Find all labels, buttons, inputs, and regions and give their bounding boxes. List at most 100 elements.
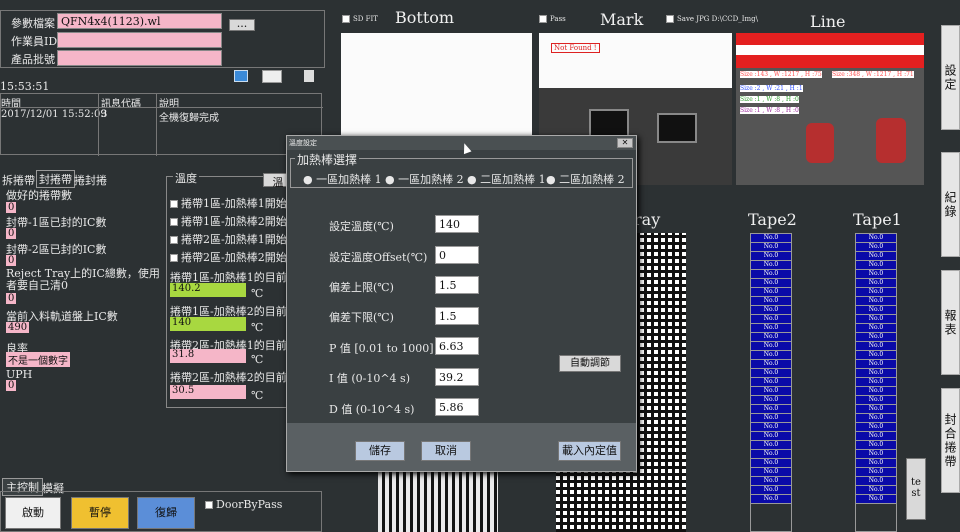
operator-input[interactable] (57, 32, 222, 48)
start-button[interactable]: 啟動 (5, 497, 61, 529)
heater-select-label: 加熱棒選擇 (295, 151, 360, 168)
seal-tape-side-button[interactable]: 封合捲帶 (941, 388, 960, 493)
counter-label-zone2: 封帶-2區已封的IC數 (6, 243, 107, 256)
upper-limit-input[interactable]: 1.5 (435, 276, 479, 294)
tab-seal[interactable]: 封捲帶 (36, 170, 75, 188)
radio-zone1-heater1[interactable]: ● 一區加熱棒 1 (303, 171, 382, 187)
checkbox-checked[interactable] (170, 200, 178, 208)
door-bypass-check[interactable]: DoorByPass (205, 498, 282, 511)
setpoint-label: 設定溫度(℃) (329, 220, 394, 233)
tab-unwind[interactable]: 拆捲帶 (2, 172, 35, 188)
param-file-label: 參數檔案 (11, 17, 55, 30)
tape1-column: No.0 No.0 No.0 No.0 No.0 No.0 No.0 No.0 No.0 No.0… (855, 233, 897, 532)
tab-wind[interactable]: 捲封捲 (74, 172, 107, 188)
heater-check-4[interactable]: 捲帶2區-加熱棒2開始 (170, 249, 287, 265)
radio-zone1-heater2[interactable]: ● 一區加熱棒 2 (385, 171, 464, 187)
reset-button[interactable]: 復歸 (137, 497, 195, 529)
counter-value-yield: 不是一個數字 (6, 352, 70, 367)
tape-cell: No.0 (856, 423, 896, 432)
counter-value-reels: 0 (6, 202, 17, 213)
line-overlay-4: Size :1 , W :8 , H :0 (740, 96, 799, 103)
auto-tune-button[interactable]: 自動調節 (559, 355, 621, 372)
offset-label: 設定溫度Offset(℃) (329, 251, 428, 264)
pause-button[interactable]: 暫停 (71, 497, 129, 529)
heater-check-3[interactable]: 捲帶2區-加熱棒1開始 (170, 231, 287, 247)
line-view-image: Size :143 , W :1217 , H :75 Size :348 , … (736, 33, 924, 185)
sd-fit-check[interactable]: SD FIT (342, 15, 378, 23)
heater-check-label: 捲帶2區-加熱棒2開始 (181, 251, 287, 264)
temperature-group-label: 溫度 (173, 170, 199, 186)
radio-zone2-heater2[interactable]: ● 二區加熱棒 2 (546, 171, 625, 187)
tape-cell: No.0 (856, 342, 896, 351)
heater-check-1[interactable]: 捲帶1區-加熱棒1開始 (170, 195, 287, 211)
p-value-label: P 值 [0.01 to 1000] (329, 342, 434, 355)
tape-cell: No.0 (856, 378, 896, 387)
checkbox[interactable] (170, 254, 178, 262)
column-divider (156, 94, 157, 156)
offset-input[interactable]: 0 (435, 246, 479, 264)
tape-cell: No.0 (856, 441, 896, 450)
records-side-button[interactable]: 紀錄 (941, 152, 960, 257)
load-default-button[interactable]: 載入內定值 (558, 441, 621, 461)
table-row[interactable]: 2017/12/01 15:52:09 (1, 109, 107, 120)
checkbox[interactable] (170, 236, 178, 244)
upper-limit-label: 偏差上限(℃) (329, 281, 394, 294)
counter-value-uph: 0 (6, 380, 17, 391)
save-jpg-check[interactable]: Save JPG D:\CCD_Img\ (666, 15, 758, 23)
param-file-input[interactable]: QFN4x4(1123).wl (57, 13, 222, 29)
checkbox[interactable] (342, 15, 350, 23)
setpoint-input[interactable]: 140 (435, 215, 479, 233)
table-row-code[interactable]: 3 (101, 109, 107, 120)
folder-icon[interactable] (234, 70, 248, 82)
reading-value-2: 140 (170, 317, 246, 331)
tape-cell: No.0 (856, 288, 896, 297)
heater-select-group: 加熱棒選擇 ● 一區加熱棒 1 ● 一區加熱棒 2 ● 二區加熱棒 1 ● 二區… (290, 151, 633, 188)
pass-check[interactable]: Pass (539, 15, 566, 23)
header-panel: 參數檔案 QFN4x4(1123).wl ... 作業員ID 產品批號 (0, 10, 325, 68)
i-value-input[interactable]: 39.2 (435, 368, 479, 386)
tape-cell: No.0 (751, 243, 791, 252)
tape-cell: No.0 (856, 360, 896, 369)
line-overlay-2: Size :348 , W :1217 , H :71 (832, 71, 914, 78)
tape-cell: No.0 (856, 315, 896, 324)
browse-button[interactable]: ... (229, 18, 255, 31)
d-value-input[interactable]: 5.86 (435, 398, 479, 416)
test-button[interactable]: te st (906, 458, 926, 520)
toolbar-icons (234, 70, 324, 84)
tape-cell: No.0 (751, 288, 791, 297)
tape-cell: No.0 (751, 495, 791, 504)
counter-value-reject: 0 (6, 293, 17, 304)
radio-label: 二區加熱棒 1 (480, 173, 546, 186)
checkbox-checked[interactable] (205, 501, 213, 509)
tape-cell: No.0 (751, 333, 791, 342)
pass-label: Pass (550, 15, 566, 23)
batch-input[interactable] (57, 50, 222, 66)
table-row-desc[interactable]: 全機復歸完成 (159, 109, 219, 124)
reading-value-4: 30.5 (170, 385, 246, 399)
tape-cell: No.0 (856, 468, 896, 477)
p-value-input[interactable]: 6.63 (435, 337, 479, 355)
tape-cell: No.0 (856, 333, 896, 342)
close-icon[interactable]: ✕ (617, 138, 633, 148)
save-button[interactable]: 儲存 (355, 441, 405, 461)
checkbox-checked[interactable] (539, 15, 547, 23)
control-panel: 啟動 暫停 復歸 DoorByPass (0, 491, 322, 532)
lower-limit-label: 偏差下限(℃) (329, 311, 394, 324)
settings-side-button[interactable]: 設定 (941, 25, 960, 130)
lower-limit-input[interactable]: 1.5 (435, 307, 479, 325)
edit-icon[interactable] (304, 70, 314, 82)
checkbox[interactable] (666, 15, 674, 23)
line-overlay-5: Size :1 , W :8 , H :0 (740, 107, 799, 114)
tray-grid-left (378, 467, 498, 532)
log-header-divider (1, 107, 323, 108)
checkbox-checked[interactable] (170, 218, 178, 226)
heater-check-2[interactable]: 捲帶1區-加熱棒2開始 (170, 213, 287, 229)
report-side-button[interactable]: 報表 (941, 270, 960, 375)
radio-zone2-heater1[interactable]: ● 二區加熱棒 1 (467, 171, 546, 187)
temperature-group: 溫度 溫 捲帶1區-加熱棒1開始 捲帶1區-加熱棒2開始 捲帶2區-加熱棒1開始… (166, 170, 296, 408)
cancel-button[interactable]: 取消 (421, 441, 471, 461)
calc-icon[interactable] (262, 70, 282, 83)
tape-cell: No.0 (856, 459, 896, 468)
tape-cell: No.0 (751, 432, 791, 441)
counter-value-zone2: 0 (6, 255, 17, 266)
